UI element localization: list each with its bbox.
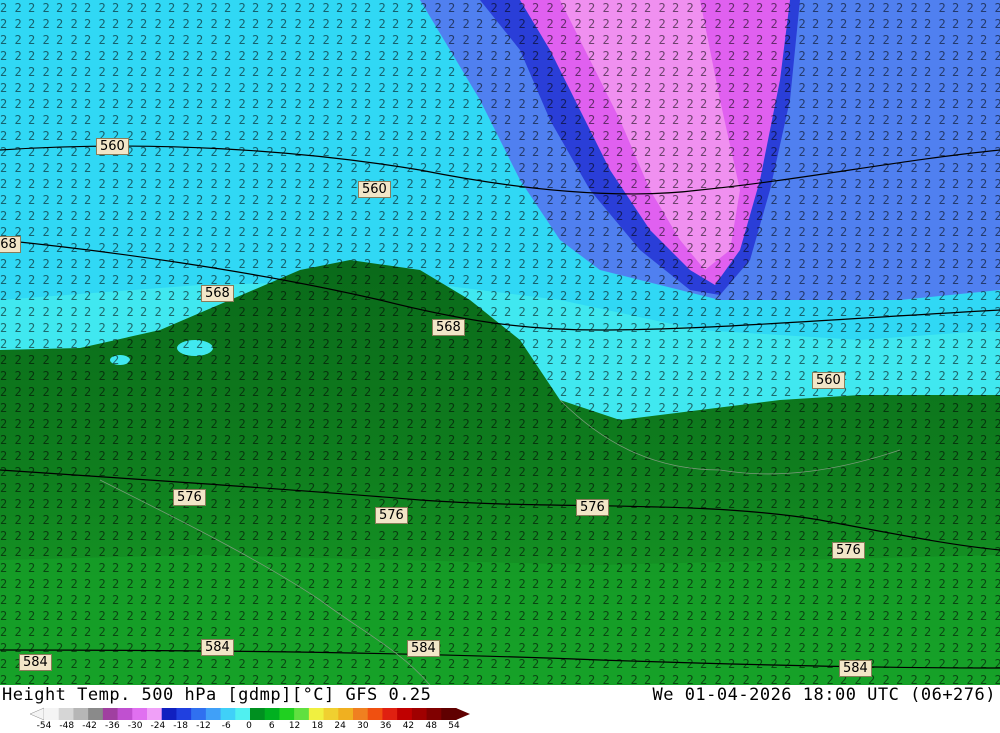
contour-label: 584 <box>839 660 872 677</box>
scale-tick-label: 36 <box>379 721 392 731</box>
scale-tick-label: -6 <box>221 721 231 731</box>
scale-swatch <box>147 708 163 720</box>
scale-tick-label: 48 <box>425 721 437 731</box>
scale-swatch <box>353 708 369 720</box>
scale-swatch <box>441 708 457 720</box>
scale-swatch <box>176 708 192 720</box>
color-scale <box>30 707 470 721</box>
forecast-timestamp: We 01-04-2026 18:00 UTC (06+276) <box>652 685 996 705</box>
scale-swatch <box>411 708 428 720</box>
scale-swatch <box>205 708 222 720</box>
contour-label: 568 <box>0 236 21 253</box>
scale-tick-label: -54 <box>36 721 52 731</box>
scale-tick-label: 18 <box>311 721 324 731</box>
scale-swatch <box>88 708 104 720</box>
contour-label: 584 <box>19 654 52 671</box>
scale-swatch <box>117 708 133 720</box>
contour-label: 576 <box>375 507 408 524</box>
scale-tick-label: -36 <box>104 721 120 731</box>
map-title: Height Temp. 500 hPa [gdmp][°C] GFS 0.25 <box>2 685 432 705</box>
contour-label: 560 <box>96 138 129 155</box>
scale-swatch <box>191 708 207 720</box>
contour-label: 576 <box>832 542 865 559</box>
contour-label: 560 <box>812 372 845 389</box>
scale-tick-label: 0 <box>246 721 252 731</box>
scale-swatch <box>58 708 74 720</box>
contour-label: 568 <box>432 319 465 336</box>
scale-swatch <box>161 708 177 720</box>
color-scale-ticks: -54 -48 -42 -36 -30 -24 -18 -12 -6 0 6 12 18 24 30 36 42… <box>0 721 480 733</box>
scale-tick-label: -30 <box>127 721 143 731</box>
contour-label: 584 <box>407 640 440 657</box>
scale-swatch <box>308 708 325 720</box>
scale-swatch <box>323 708 339 720</box>
scale-swatch <box>132 708 148 720</box>
scale-swatch <box>367 708 383 720</box>
scale-swatch <box>250 708 266 720</box>
contour-label: 568 <box>201 285 234 302</box>
scale-tick-label: -18 <box>173 721 189 731</box>
contour-label: 576 <box>576 499 609 516</box>
scale-arrow-right <box>456 708 470 720</box>
scale-swatch <box>264 708 280 720</box>
scale-swatch <box>294 708 310 720</box>
temperature-digits <box>0 0 1000 685</box>
scale-swatch <box>426 708 442 720</box>
scale-tick-label: 6 <box>268 721 275 731</box>
scale-swatch <box>397 708 413 720</box>
scale-tick-label: 54 <box>448 721 460 731</box>
scale-tick-label: -12 <box>196 721 211 731</box>
scale-swatch <box>279 708 295 720</box>
weather-map: 2 2 2 560 560 568 568 568 560 576 576 57… <box>0 0 1000 685</box>
scale-tick-label: 24 <box>334 721 346 731</box>
scale-swatch <box>44 708 60 720</box>
scale-tick-label: 12 <box>288 721 301 731</box>
contour-label: 584 <box>201 639 234 656</box>
scale-swatch <box>382 708 398 720</box>
scale-swatch <box>102 708 119 720</box>
scale-tick-label: -42 <box>82 721 97 731</box>
contour-label: 560 <box>358 181 391 198</box>
contour-label: 576 <box>173 489 206 506</box>
scale-arrow-left <box>30 707 45 721</box>
map-canvas: 2 2 2 <box>0 0 1000 685</box>
scale-tick-label: 30 <box>357 721 369 731</box>
scale-tick-label: 42 <box>402 721 415 731</box>
scale-swatch <box>220 708 236 720</box>
scale-swatch <box>73 708 89 720</box>
scale-swatch <box>338 708 354 720</box>
map-footer: Height Temp. 500 hPa [gdmp][°C] GFS 0.25… <box>0 685 1000 733</box>
scale-tick-label: -24 <box>150 721 166 731</box>
scale-swatch <box>235 708 251 720</box>
scale-tick-label: -48 <box>59 721 75 731</box>
